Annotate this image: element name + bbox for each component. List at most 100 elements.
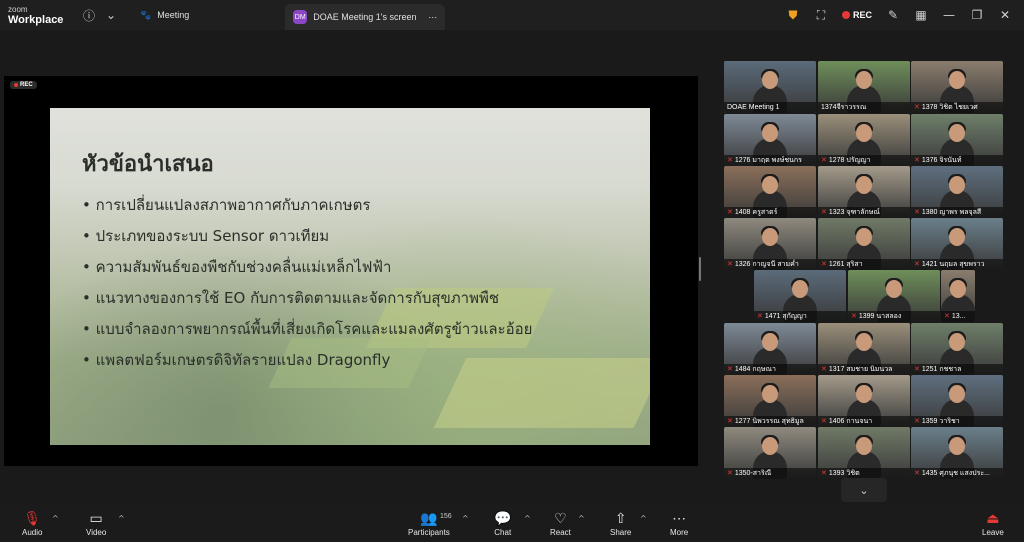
microphone-muted-icon: ✕ [821, 209, 827, 216]
participant-tile[interactable]: DOAE Meeting 1 [724, 61, 816, 113]
participant-name-label: ✕ 1323 จุฑาลักษณ์ [818, 207, 910, 218]
participant-name: 1380 ญาพร พลจุลสี [921, 209, 982, 216]
participant-name: 1376 จิรนันท์ [921, 157, 962, 164]
participant-silhouette [886, 280, 902, 298]
slide-bullet: ความสัมพันธ์ของพืชกับช่วงคลื่นแม่เหล็กไฟ… [82, 252, 532, 283]
participant-silhouette [762, 437, 778, 455]
microphone-muted-icon: ✕ [727, 418, 733, 425]
heart-icon: ♡ [554, 509, 567, 526]
audio-button[interactable]: 🎙 Audio [22, 508, 42, 538]
shield-icon[interactable]: ⛊ [782, 4, 804, 26]
participant-tile[interactable]: ✕ 1393 วิชิต [818, 427, 910, 479]
participant-tile[interactable]: ✕ 1421 นฤมล สุขพราว [911, 218, 1003, 270]
share-options-caret[interactable]: ^ [640, 514, 647, 523]
microphone-muted-icon: ✕ [821, 470, 827, 477]
participant-silhouette [856, 228, 872, 246]
microphone-muted-icon: ✕ [757, 313, 763, 320]
more-button[interactable]: ⋯ More [670, 508, 688, 538]
participant-tile[interactable]: ✕ 1317 สมชาย นิมนวล [818, 323, 910, 375]
chat-button[interactable]: 💬 Chat [494, 508, 512, 538]
participant-tile[interactable]: ✕ 1408 ครูสาตร์ [724, 166, 816, 218]
participant-name: 1317 สมชาย นิมนวล [828, 366, 893, 373]
cloud-record-button[interactable]: REC [838, 10, 876, 20]
title-bar: zoom Workplace ⓘ ⌄ 🐾 Meeting DM DOAE Mee… [0, 0, 1024, 30]
participant-tile[interactable]: ✕ 1380 ญาพร พลจุลสี [911, 166, 1003, 218]
participant-silhouette [762, 124, 778, 142]
participant-silhouette [950, 280, 966, 298]
video-camera-icon: ▭ [89, 509, 103, 526]
participant-name-label: 1374จีราวรรณ [818, 102, 910, 113]
leave-button[interactable]: ⏏ Leave [982, 508, 1004, 538]
participant-tile[interactable]: ✕ 1277 นิพวรรณ สุทธิมูล [724, 375, 816, 427]
participant-silhouette [762, 333, 778, 351]
tab-badge: DM [293, 10, 308, 24]
participant-name: 1326 กาญจนี สามค่ำ [734, 261, 799, 268]
chat-options-caret[interactable]: ^ [524, 514, 531, 523]
participant-name-label: ✕ 1378 วิชิต ไชยเวศ [911, 102, 1003, 113]
participant-silhouette [949, 176, 965, 194]
chevron-down-icon[interactable]: ⌄ [100, 4, 122, 26]
video-button[interactable]: ▭ Video [86, 508, 106, 538]
logo-line-2: Workplace [8, 14, 64, 26]
pen-icon[interactable]: ✎ [882, 4, 904, 26]
react-options-caret[interactable]: ^ [578, 514, 585, 523]
record-dot-icon [14, 83, 18, 87]
participant-name: 1359 วาริชา [921, 418, 960, 425]
participant-tile[interactable]: ✕ 1326 กาญจนี สามค่ำ [724, 218, 816, 270]
tab-shared-screen[interactable]: DM DOAE Meeting 1's screen ⋯ [285, 4, 446, 30]
participant-tile[interactable]: ✕ 1278 ปรัญญา [818, 114, 910, 166]
participant-name-label: ✕ 1471 สุกัญญา [754, 311, 846, 322]
participant-tile[interactable]: ✕ 1276 มาฤต พงษ์ชนกร [724, 114, 816, 166]
minimize-icon[interactable]: — [938, 4, 960, 26]
gallery-scroll-down-button[interactable]: ⌄ [841, 478, 887, 502]
layout-icon[interactable]: ⛶ [810, 4, 832, 26]
grid-icon[interactable]: ▦ [910, 4, 932, 26]
participant-tile[interactable]: ✕ 1471 สุกัญญา [754, 270, 846, 322]
participant-tile[interactable]: ✕ 1484 กฤษณา [724, 323, 816, 375]
close-icon[interactable]: ✕ [994, 4, 1016, 26]
restore-icon[interactable]: ❐ [966, 4, 988, 26]
video-options-caret[interactable]: ^ [118, 514, 125, 523]
participant-tile[interactable]: ✕ 1261 สุริสา [818, 218, 910, 270]
participant-tile[interactable]: 1374จีราวรรณ [818, 61, 910, 113]
participant-silhouette [856, 176, 872, 194]
participant-name-label: ✕ 1251 กชชาล [911, 364, 1003, 375]
share-button[interactable]: ⇧ Share [610, 508, 631, 538]
microphone-muted-icon: ✕ [727, 366, 733, 373]
react-button[interactable]: ♡ React [550, 508, 571, 538]
slide-title: หัวข้อนำเสนอ [82, 152, 214, 177]
participant-tile[interactable]: ✕ 1350-สาริณี [724, 427, 816, 479]
participant-tile[interactable]: ✕ 1399 นาสลอง [848, 270, 940, 322]
chat-icon: 💬 [494, 509, 512, 526]
audio-options-caret[interactable]: ^ [52, 514, 59, 523]
microphone-muted-icon: 🎙 [23, 509, 42, 526]
ellipsis-icon[interactable]: ⋯ [428, 12, 437, 23]
participant-name: 1251 กชชาล [921, 366, 962, 373]
chat-label: Chat [494, 528, 512, 537]
participant-tile[interactable]: ✕ 1376 จิรนันท์ [911, 114, 1003, 166]
info-icon[interactable]: ⓘ [78, 4, 100, 26]
participant-name-label: ✕ 1435 ศุภนุช แสงประ... [911, 468, 1003, 479]
participant-name-label: ✕ 1276 มาฤต พงษ์ชนกร [724, 155, 816, 166]
participant-tile[interactable]: ✕ 1378 วิชิต ไชยเวศ [911, 61, 1003, 113]
participant-name-label: ✕ 1380 ญาพร พลจุลสี [911, 207, 1003, 218]
participant-tile[interactable]: ✕ 1435 ศุภนุช แสงประ... [911, 427, 1003, 479]
participant-silhouette [856, 437, 872, 455]
participant-name-label: ✕ 1359 วาริชา [911, 416, 1003, 427]
participant-silhouette [949, 228, 965, 246]
microphone-muted-icon: ✕ [821, 418, 827, 425]
participants-options-caret[interactable]: ^ [462, 514, 469, 523]
participant-tile[interactable]: ✕ 1251 กชชาล [911, 323, 1003, 375]
participant-name: 1484 กฤษณา [734, 366, 776, 373]
participant-tile[interactable]: ✕ 1323 จุฑาลักษณ์ [818, 166, 910, 218]
slide-bullets: การเปลี่ยนแปลงสภาพอากาศกับภาคเกษตร ประเภ… [82, 190, 533, 376]
microphone-muted-icon: ✕ [821, 261, 827, 268]
resize-handle[interactable] [699, 257, 701, 281]
participant-tile[interactable]: ✕ 1406 กานจนา [818, 375, 910, 427]
participant-tile[interactable]: ✕ 13... [941, 270, 975, 322]
tab-meeting[interactable]: 🐾 Meeting [132, 2, 197, 28]
window-controls: ⛊ ⛶ REC ✎ ▦ — ❐ ✕ [782, 4, 1016, 26]
participant-tile[interactable]: ✕ 1359 วาริชา [911, 375, 1003, 427]
participant-silhouette [856, 333, 872, 351]
microphone-muted-icon: ✕ [727, 470, 733, 477]
